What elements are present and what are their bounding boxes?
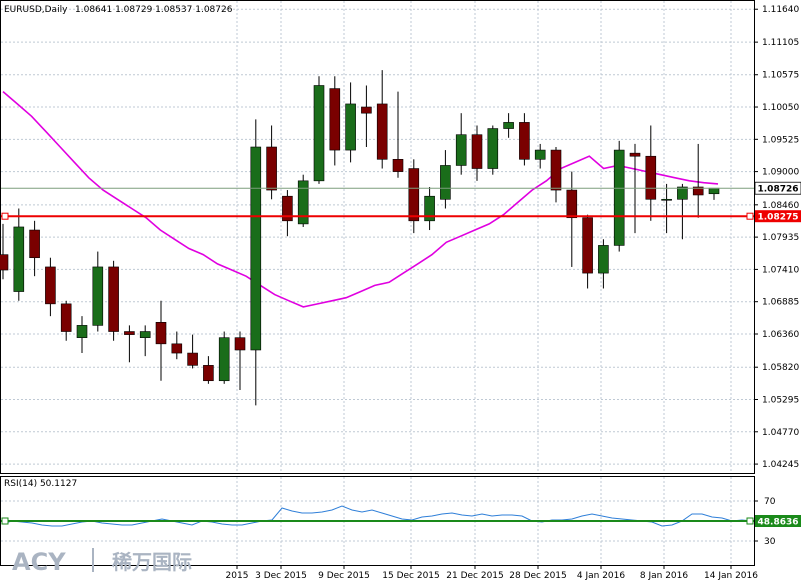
y-tick-label: 1.09525 xyxy=(762,135,799,145)
rsi-level-label: 48.8636 xyxy=(758,518,799,528)
rsi-level-anchor-right xyxy=(746,517,754,525)
candle-bull xyxy=(297,180,309,225)
candle-bull xyxy=(455,134,467,166)
candle-bull xyxy=(503,122,514,129)
candle-bear xyxy=(0,254,9,271)
candle-bear xyxy=(582,217,593,274)
candle-bear xyxy=(645,155,657,200)
logo-cn: 稀万国际 xyxy=(112,550,192,574)
y-tick-label: 1.10050 xyxy=(762,103,799,113)
ohlc-label: 1.08641 1.08729 1.08537 1.08726 xyxy=(75,5,233,15)
y-tick-label: 1.05820 xyxy=(762,363,799,373)
candle-bear xyxy=(187,352,198,366)
symbol-label: EURUSD,Daily xyxy=(4,5,68,15)
y-tick-label: 1.07935 xyxy=(762,233,799,243)
candle-bear xyxy=(376,103,388,160)
price-label: 1.08726 xyxy=(758,185,799,195)
candle-bull xyxy=(139,331,151,338)
y-tick-label: 1.04245 xyxy=(762,460,799,470)
y-tick-label: 1.04770 xyxy=(762,428,799,438)
candle-bear xyxy=(566,189,578,219)
candle-bull xyxy=(708,187,720,195)
red-label: 1.08275 xyxy=(758,213,799,223)
x-tick-label: 9 Dec 2015 xyxy=(318,571,370,581)
candle-bear xyxy=(361,106,372,114)
red-hline-anchor-left xyxy=(1,212,9,220)
candle-bear xyxy=(124,331,135,335)
y-tick-label: 1.09000 xyxy=(762,168,799,178)
candle-bull xyxy=(534,149,546,160)
y-tick-label: 1.08460 xyxy=(762,201,799,211)
candle-bull xyxy=(487,128,499,169)
logo-latin: ACY xyxy=(12,548,66,576)
candle-bear xyxy=(392,159,404,172)
candle-bull xyxy=(92,266,104,326)
candle-bear xyxy=(234,337,246,351)
candle-bull xyxy=(598,245,609,274)
rsi-level-anchor-left xyxy=(1,517,9,525)
candle-bull xyxy=(250,146,262,351)
x-tick-label: 21 Dec 2015 xyxy=(446,571,504,581)
candle-bear xyxy=(29,229,40,259)
candle-bull xyxy=(677,186,688,200)
x-tick-label: 28 Dec 2015 xyxy=(509,571,567,581)
y-tick-label: 1.06360 xyxy=(762,330,799,340)
candle-bear xyxy=(519,122,530,160)
y-tick-label: 1.11640 xyxy=(762,5,799,15)
candle-bull xyxy=(345,103,356,151)
rsi-tick-label: 30 xyxy=(764,537,776,547)
candle-bull xyxy=(440,165,451,200)
candle-bear xyxy=(629,152,641,157)
rsi-header: RSI(14) 50.1127 xyxy=(4,479,77,489)
x-tick-label: 15 Dec 2015 xyxy=(382,571,440,581)
rsi-tick-label: 70 xyxy=(764,497,776,507)
candle-bear xyxy=(266,146,277,191)
x-tick-label: 14 Jan 2016 xyxy=(704,571,758,581)
x-tick-label: 4 Jan 2016 xyxy=(577,571,625,581)
candle-bear xyxy=(171,343,183,354)
y-tick-label: 1.10575 xyxy=(762,71,799,81)
candle-bear xyxy=(203,365,214,382)
y-tick-label: 1.05295 xyxy=(762,395,799,405)
x-tick-label: 2015 xyxy=(226,571,249,581)
candle-bull xyxy=(13,226,25,292)
red-hline-anchor-right xyxy=(746,212,754,220)
candle-bear xyxy=(45,266,56,305)
candle-bear xyxy=(155,322,167,345)
candle-bull xyxy=(613,149,625,246)
logo-divider xyxy=(92,548,94,572)
candle-bear xyxy=(471,134,483,169)
x-tick-label: 8 Jan 2016 xyxy=(640,571,688,581)
candle-bear xyxy=(60,303,72,332)
candle-bear xyxy=(108,266,119,332)
candle-bear xyxy=(550,149,562,191)
y-axis: 1.11640 1.11105 1.10575 1.10050 1.09525 1.090… xyxy=(754,5,799,470)
candle-bull xyxy=(76,325,88,338)
y-tick-label: 1.11105 xyxy=(762,38,799,48)
y-tick-label: 1.07410 xyxy=(762,265,799,275)
y-tick-label: 1.06885 xyxy=(762,298,799,308)
chart: 1.08726 1.08275 1.11640 1.11105 1.10575 1.10… xyxy=(0,0,801,581)
candle-bull xyxy=(218,337,230,382)
candle-bear xyxy=(329,88,341,151)
candle-bear xyxy=(408,168,420,222)
candle-bull xyxy=(313,85,325,182)
x-tick-label: 3 Dec 2015 xyxy=(255,571,307,581)
x-axis: 2015 3 Dec 2015 9 Dec 2015 15 Dec 2015 21 De… xyxy=(226,565,758,581)
candle-bull xyxy=(661,198,672,201)
